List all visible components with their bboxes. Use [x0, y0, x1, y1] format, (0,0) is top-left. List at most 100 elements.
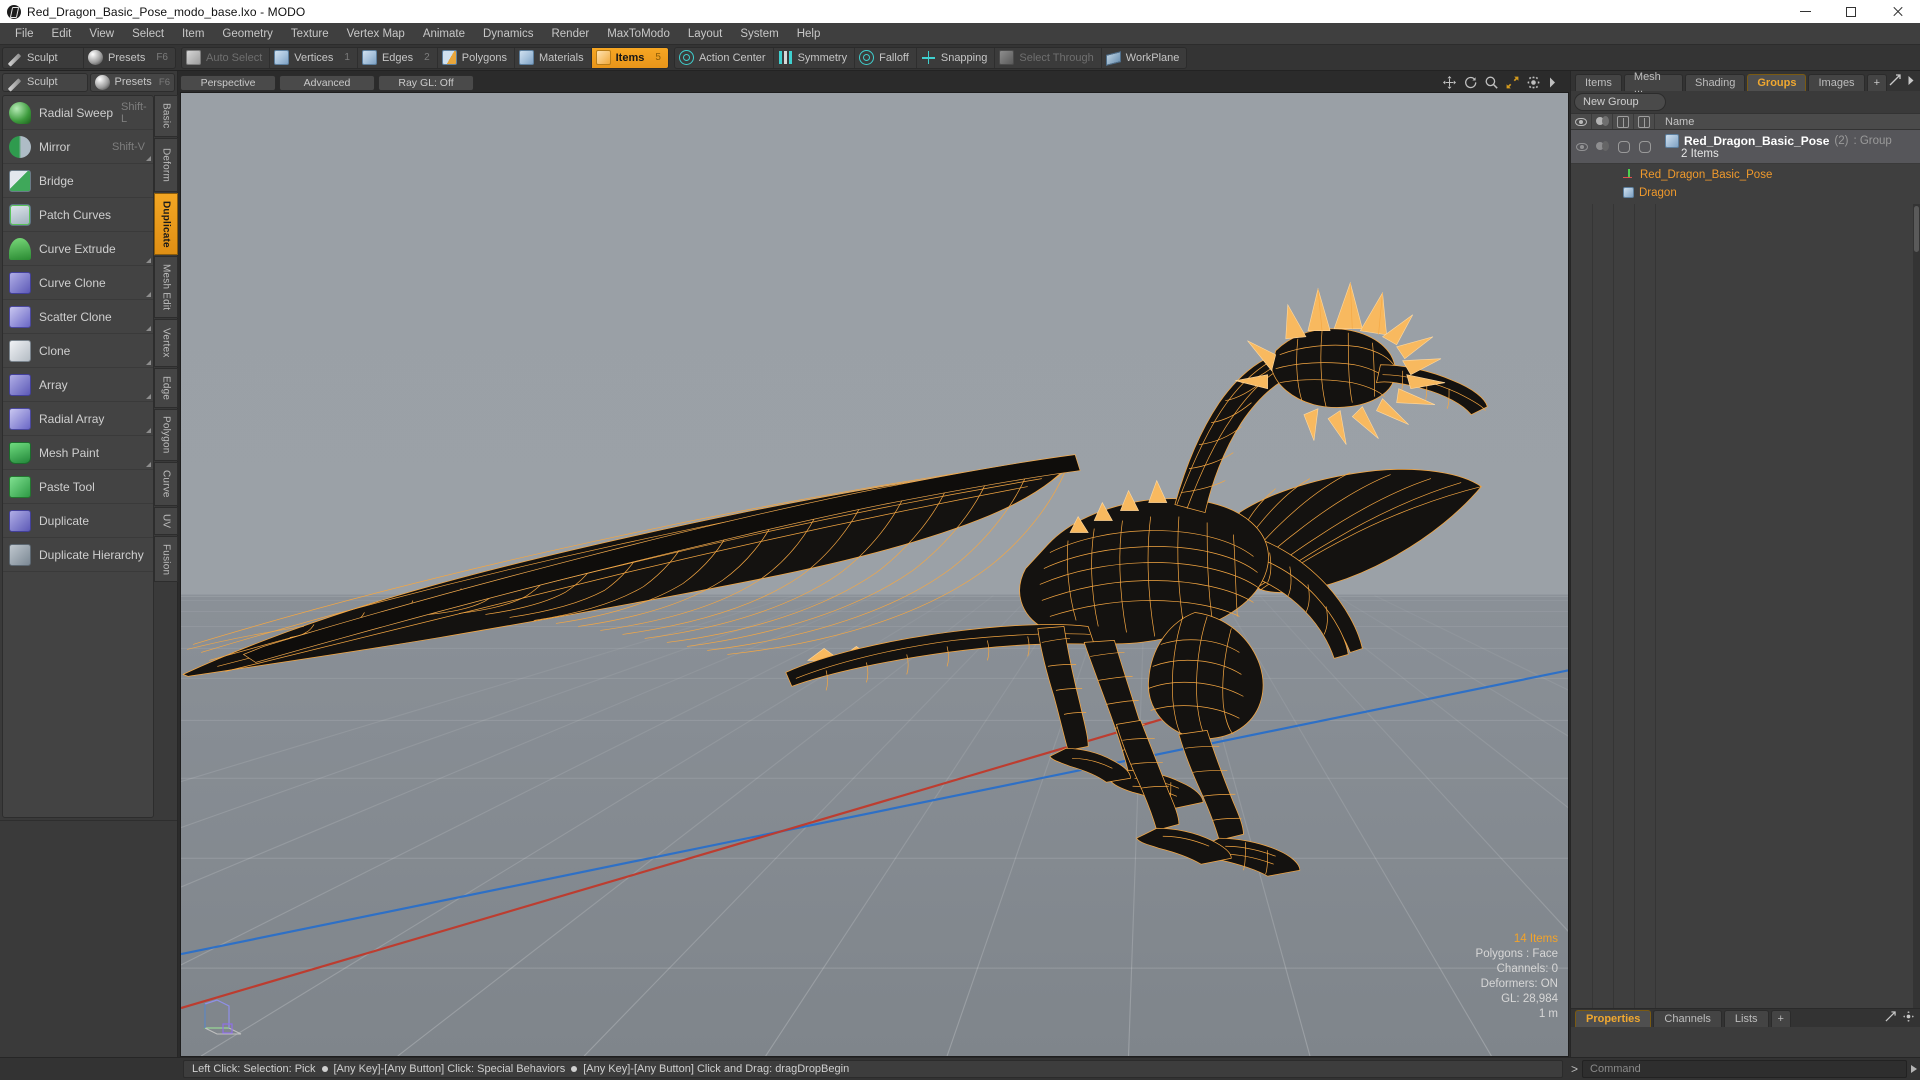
chevron-right-icon[interactable]: [1548, 76, 1561, 89]
expand-corner-icon[interactable]: [146, 156, 151, 161]
tool-mesh-paint[interactable]: Mesh Paint: [3, 436, 153, 470]
polygons-button[interactable]: Polygons: [438, 47, 515, 68]
menu-layout[interactable]: Layout: [679, 25, 732, 43]
menu-edit[interactable]: Edit: [43, 25, 81, 43]
menu-file[interactable]: File: [6, 25, 43, 43]
maximize-button[interactable]: [1828, 0, 1874, 23]
menu-item[interactable]: Item: [173, 25, 213, 43]
bottom-gear-icon[interactable]: [1903, 1009, 1914, 1027]
symmetry-button[interactable]: Symmetry: [774, 47, 856, 68]
items-button[interactable]: Items 5: [591, 47, 668, 68]
group-shading-toggle[interactable]: [1592, 141, 1613, 152]
close-button[interactable]: [1874, 0, 1920, 23]
expand-corner-icon[interactable]: [146, 258, 151, 263]
red-dragon-wireframe-model[interactable]: .wf{fill:#141210;stroke:#f5a742;stroke-w…: [181, 93, 1568, 1056]
materials-button[interactable]: Materials: [515, 47, 592, 68]
viewport-perspective-selector[interactable]: Perspective: [180, 74, 276, 91]
tab-mesh[interactable]: Mesh ...: [1623, 71, 1683, 95]
menu-select[interactable]: Select: [123, 25, 173, 43]
group-child-mesh[interactable]: Dragon: [1571, 185, 1920, 200]
group-child-locator[interactable]: Red_Dragon_Basic_Pose: [1571, 167, 1920, 182]
viewport-shading-selector[interactable]: Advanced: [279, 74, 375, 91]
tool-array[interactable]: Array: [3, 368, 153, 402]
col-visible-header[interactable]: [1571, 114, 1592, 129]
snapping-button[interactable]: Snapping: [917, 47, 996, 68]
vtab-vertex[interactable]: Vertex: [154, 319, 178, 367]
vtab-mesh-edit[interactable]: Mesh Edit: [154, 256, 178, 318]
col-shading-header[interactable]: [1592, 114, 1613, 129]
tool-curve-clone[interactable]: Curve Clone: [3, 266, 153, 300]
tool-duplicate[interactable]: Duplicate: [3, 504, 153, 538]
vtab-curve[interactable]: Curve: [154, 462, 178, 506]
zoom-icon[interactable]: [1485, 76, 1498, 89]
expand-corner-icon[interactable]: [146, 360, 151, 365]
menu-system[interactable]: System: [731, 25, 787, 43]
fit-icon[interactable]: [1506, 76, 1519, 89]
presets-button[interactable]: Presets F6: [84, 48, 175, 68]
tab-images[interactable]: Images: [1808, 74, 1865, 91]
command-submit-arrow-icon[interactable]: [1911, 1065, 1917, 1073]
tab-shading[interactable]: Shading: [1684, 74, 1746, 91]
expand-corner-icon[interactable]: [146, 292, 151, 297]
group-list-scrollbar[interactable]: [1913, 204, 1920, 1008]
tool-paste-tool[interactable]: Paste Tool: [3, 470, 153, 504]
minimize-button[interactable]: [1782, 0, 1828, 23]
expand-corner-icon[interactable]: [146, 462, 151, 467]
vtab-duplicate[interactable]: Duplicate: [154, 193, 178, 255]
panel-chevron-right-icon[interactable]: [1907, 73, 1915, 91]
tab-groups[interactable]: Groups: [1747, 74, 1807, 91]
workplane-button[interactable]: WorkPlane: [1102, 48, 1187, 68]
falloff-button[interactable]: Falloff: [855, 47, 917, 68]
menu-view[interactable]: View: [80, 25, 123, 43]
group-visible-toggle[interactable]: [1571, 142, 1592, 151]
menu-render[interactable]: Render: [542, 25, 598, 43]
menu-maxtomodo[interactable]: MaxToModo: [598, 25, 679, 43]
tool-clone[interactable]: Clone: [3, 334, 153, 368]
tool-curve-extrude[interactable]: Curve Extrude: [3, 232, 153, 266]
scrollbar-thumb[interactable]: [1914, 206, 1919, 252]
group-render-toggle[interactable]: [1613, 140, 1634, 153]
expand-corner-icon[interactable]: [146, 428, 151, 433]
vtab-polygon[interactable]: Polygon: [154, 409, 178, 461]
tool-bridge[interactable]: Bridge: [3, 164, 153, 198]
tab-add-bottom[interactable]: +: [1770, 1010, 1791, 1027]
menu-vertex-map[interactable]: Vertex Map: [338, 25, 414, 43]
vtab-fusion[interactable]: Fusion: [154, 536, 178, 583]
vertices-button[interactable]: Vertices 1: [270, 47, 358, 68]
viewport-3d[interactable]: .wf{fill:#141210;stroke:#f5a742;stroke-w…: [180, 92, 1569, 1057]
expand-panel-icon[interactable]: [1889, 73, 1901, 91]
rotate-icon[interactable]: [1464, 76, 1477, 89]
new-group-button[interactable]: New Group: [1574, 93, 1666, 111]
tab-add[interactable]: +: [1866, 74, 1887, 91]
tab-channels[interactable]: Channels: [1653, 1010, 1722, 1027]
vtab-uv[interactable]: UV: [154, 507, 178, 536]
command-input[interactable]: Command: [1582, 1060, 1907, 1078]
tool-scatter-clone[interactable]: Scatter Clone: [3, 300, 153, 334]
group-list-body[interactable]: [1571, 204, 1920, 1008]
menu-texture[interactable]: Texture: [282, 25, 338, 43]
left-sculpt-button[interactable]: Sculpt: [2, 72, 88, 92]
tab-items[interactable]: Items: [1575, 74, 1622, 91]
col-render-header[interactable]: [1613, 114, 1634, 129]
auto-select-button[interactable]: Auto Select: [182, 47, 271, 68]
sculpt-button[interactable]: Sculpt: [3, 47, 85, 68]
gear-icon[interactable]: [1527, 76, 1540, 89]
tool-radial-array[interactable]: Radial Array: [3, 402, 153, 436]
tool-radial-sweep[interactable]: Radial Sweep Shift-L: [3, 96, 153, 130]
select-through-button[interactable]: Select Through: [995, 47, 1102, 68]
left-presets-button[interactable]: Presets F6: [89, 72, 175, 92]
tool-duplicate-hierarchy[interactable]: Duplicate Hierarchy: [3, 538, 153, 572]
edges-button[interactable]: Edges 2: [358, 47, 438, 68]
expand-bottom-panel-icon[interactable]: [1885, 1009, 1896, 1027]
vtab-edge[interactable]: Edge: [154, 368, 178, 408]
group-lock-toggle[interactable]: [1634, 140, 1655, 153]
menu-help[interactable]: Help: [788, 25, 830, 43]
tab-properties[interactable]: Properties: [1575, 1010, 1652, 1027]
tab-lists[interactable]: Lists: [1723, 1010, 1769, 1027]
expand-corner-icon[interactable]: [146, 394, 151, 399]
col-lock-header[interactable]: [1634, 114, 1655, 129]
move-icon[interactable]: [1443, 76, 1456, 89]
menu-geometry[interactable]: Geometry: [213, 25, 282, 43]
tool-mirror[interactable]: Mirror Shift-V: [3, 130, 153, 164]
tool-patch-curves[interactable]: Patch Curves: [3, 198, 153, 232]
